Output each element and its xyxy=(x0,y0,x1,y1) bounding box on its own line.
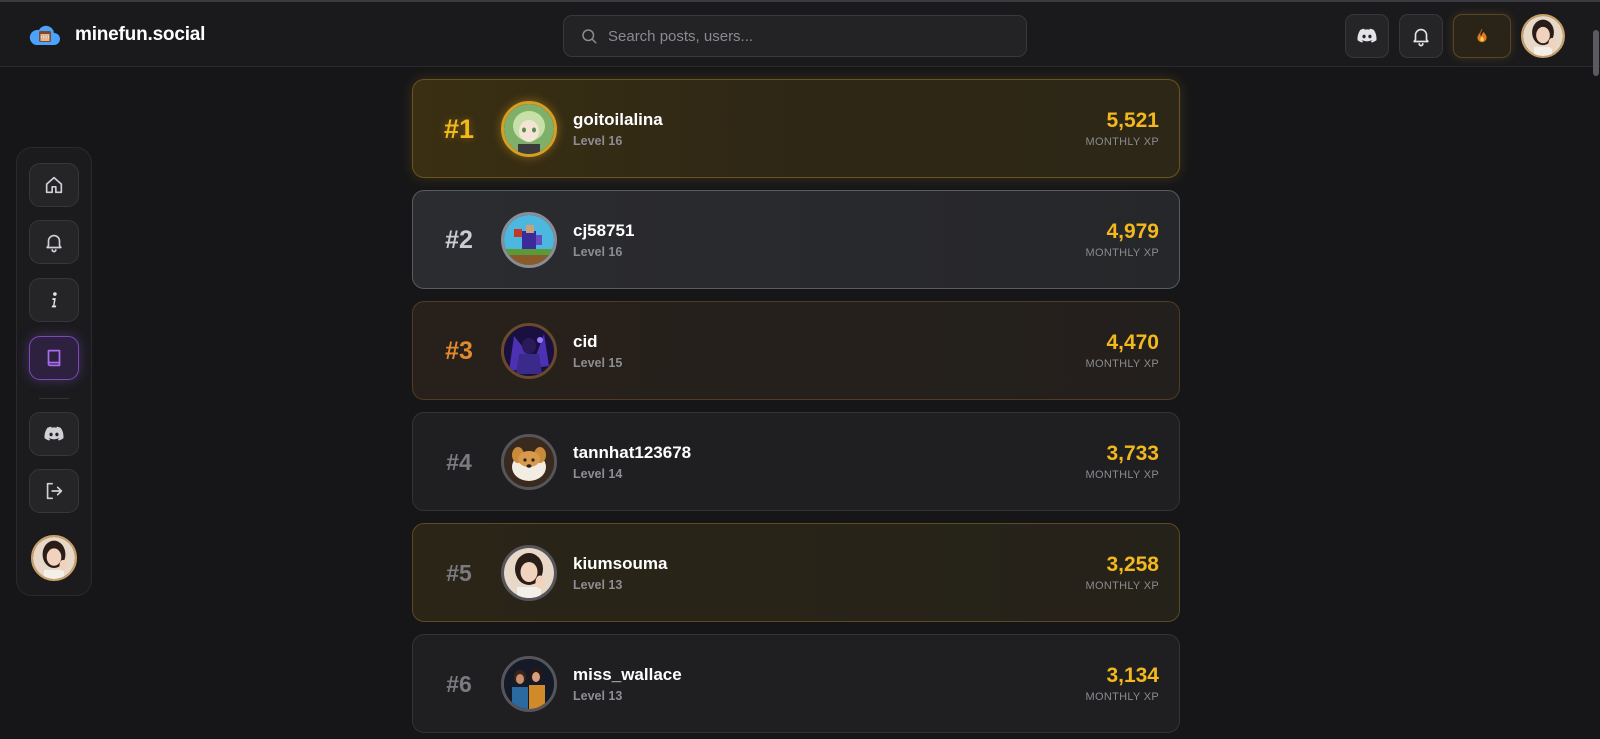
sidebar-item-home[interactable] xyxy=(29,163,79,207)
user-info: cid Level 15 xyxy=(573,332,622,370)
sidebar xyxy=(16,147,92,596)
brand[interactable]: minefun.social xyxy=(28,21,205,49)
discord-icon xyxy=(1357,28,1377,43)
xp-label: MONTHLY XP xyxy=(1085,580,1159,592)
user-info: cj58751 Level 16 xyxy=(573,221,634,259)
scrollbar[interactable] xyxy=(1593,30,1599,76)
xp-value: 3,733 xyxy=(1106,442,1159,465)
sidebar-item-leaderboard[interactable] xyxy=(29,336,79,380)
xp-label: MONTHLY XP xyxy=(1085,469,1159,481)
notifications-button[interactable] xyxy=(1399,14,1443,58)
xp-label: MONTHLY XP xyxy=(1085,358,1159,370)
home-icon xyxy=(45,176,63,194)
fire-icon xyxy=(1477,28,1487,43)
user-avatar[interactable] xyxy=(1521,14,1565,58)
rank-number: #3 xyxy=(445,337,473,365)
xp-value: 3,258 xyxy=(1106,553,1159,576)
xp-block: 4,470 MONTHLY XP xyxy=(1086,331,1160,370)
xp-block: 3,134 MONTHLY XP xyxy=(1086,664,1160,703)
username[interactable]: kiumsouma xyxy=(573,554,667,574)
bell-icon xyxy=(1413,28,1429,47)
user-info: tannhat123678 Level 14 xyxy=(573,443,691,481)
sidebar-item-discord[interactable] xyxy=(29,412,79,456)
username[interactable]: cj58751 xyxy=(573,221,634,241)
rank-number: #4 xyxy=(446,449,472,475)
avatar-group-photo-icon xyxy=(504,659,554,709)
xp-label: MONTHLY XP xyxy=(1085,136,1159,148)
user-level: Level 14 xyxy=(573,467,623,481)
xp-label: MONTHLY XP xyxy=(1085,691,1159,703)
sidebar-item-notifications[interactable] xyxy=(29,220,79,264)
rank-number: #6 xyxy=(446,671,472,697)
discord-button[interactable] xyxy=(1345,14,1389,58)
avatar[interactable] xyxy=(501,323,557,379)
user-level: Level 13 xyxy=(573,689,623,703)
leaderboard-row[interactable]: #4 tannhat123678 Level 14 3,733 MONTHLY … xyxy=(412,412,1180,511)
username[interactable]: goitoilalina xyxy=(573,110,663,130)
avatar-dog-icon xyxy=(504,437,554,487)
xp-value: 5,521 xyxy=(1106,109,1159,132)
search-bar[interactable] xyxy=(563,15,1027,57)
xp-block: 5,521 MONTHLY XP xyxy=(1086,109,1160,148)
avatar[interactable] xyxy=(501,101,557,157)
avatar-portrait-icon xyxy=(504,548,554,598)
user-info: miss_wallace Level 13 xyxy=(573,665,682,703)
user-info: goitoilalina Level 16 xyxy=(573,110,663,148)
leaderboard-row[interactable]: #2 cj58751 Level 16 4,979 MONTHLY XP xyxy=(412,190,1180,289)
avatar[interactable] xyxy=(501,545,557,601)
user-level: Level 13 xyxy=(573,578,623,592)
user-level: Level 16 xyxy=(573,134,623,148)
avatar-dark-purple-icon xyxy=(504,326,554,376)
bell-icon xyxy=(46,234,62,253)
top-bar: minefun.social xyxy=(0,0,1600,67)
streak-button[interactable] xyxy=(1453,14,1511,58)
info-icon xyxy=(51,292,57,308)
user-level: Level 15 xyxy=(573,356,623,370)
xp-block: 4,979 MONTHLY XP xyxy=(1086,220,1160,259)
cloud-logo-icon xyxy=(29,25,60,45)
xp-block: 3,733 MONTHLY XP xyxy=(1086,442,1160,481)
avatar[interactable] xyxy=(501,212,557,268)
book-icon xyxy=(47,349,61,367)
xp-value: 4,979 xyxy=(1106,220,1159,243)
sidebar-item-info[interactable] xyxy=(29,278,79,322)
username[interactable]: miss_wallace xyxy=(573,665,682,685)
sidebar-item-logout[interactable] xyxy=(29,469,79,513)
leaderboard-row[interactable]: #5 kiumsouma Level 13 3,258 MONTHLY XP xyxy=(412,523,1180,622)
rank-number: #2 xyxy=(445,226,473,254)
rank-number: #5 xyxy=(446,560,472,586)
search-input[interactable] xyxy=(608,27,1008,45)
username[interactable]: cid xyxy=(573,332,622,352)
brand-name: minefun.social xyxy=(75,24,206,45)
username[interactable]: tannhat123678 xyxy=(573,443,691,463)
xp-block: 3,258 MONTHLY XP xyxy=(1086,553,1160,592)
xp-label: MONTHLY XP xyxy=(1085,247,1159,259)
leaderboard-row[interactable]: #6 miss_wallace Level 13 3,134 MONTHLY X… xyxy=(412,634,1180,733)
xp-value: 4,470 xyxy=(1106,331,1159,354)
user-info: kiumsouma Level 13 xyxy=(573,554,667,592)
leaderboard-row[interactable]: #1 goitoilalina Level 16 5,521 MONTHLY X… xyxy=(412,79,1180,178)
rank-number: #1 xyxy=(443,114,475,144)
logout-icon xyxy=(46,482,63,500)
sidebar-user-avatar[interactable] xyxy=(31,535,77,581)
avatar-portrait-icon xyxy=(1523,16,1563,56)
search-icon xyxy=(582,29,597,44)
discord-icon xyxy=(44,426,64,441)
top-actions xyxy=(1345,14,1565,58)
avatar[interactable] xyxy=(501,656,557,712)
xp-value: 3,134 xyxy=(1106,664,1159,687)
sidebar-divider xyxy=(39,398,69,399)
user-level: Level 16 xyxy=(573,245,623,259)
avatar-anime-green-icon xyxy=(504,104,554,154)
avatar[interactable] xyxy=(501,434,557,490)
avatar-minecraft-icon xyxy=(504,215,554,265)
avatar-portrait-icon xyxy=(33,537,75,579)
leaderboard-row[interactable]: #3 cid Level 15 4,470 MONTHLY XP xyxy=(412,301,1180,400)
